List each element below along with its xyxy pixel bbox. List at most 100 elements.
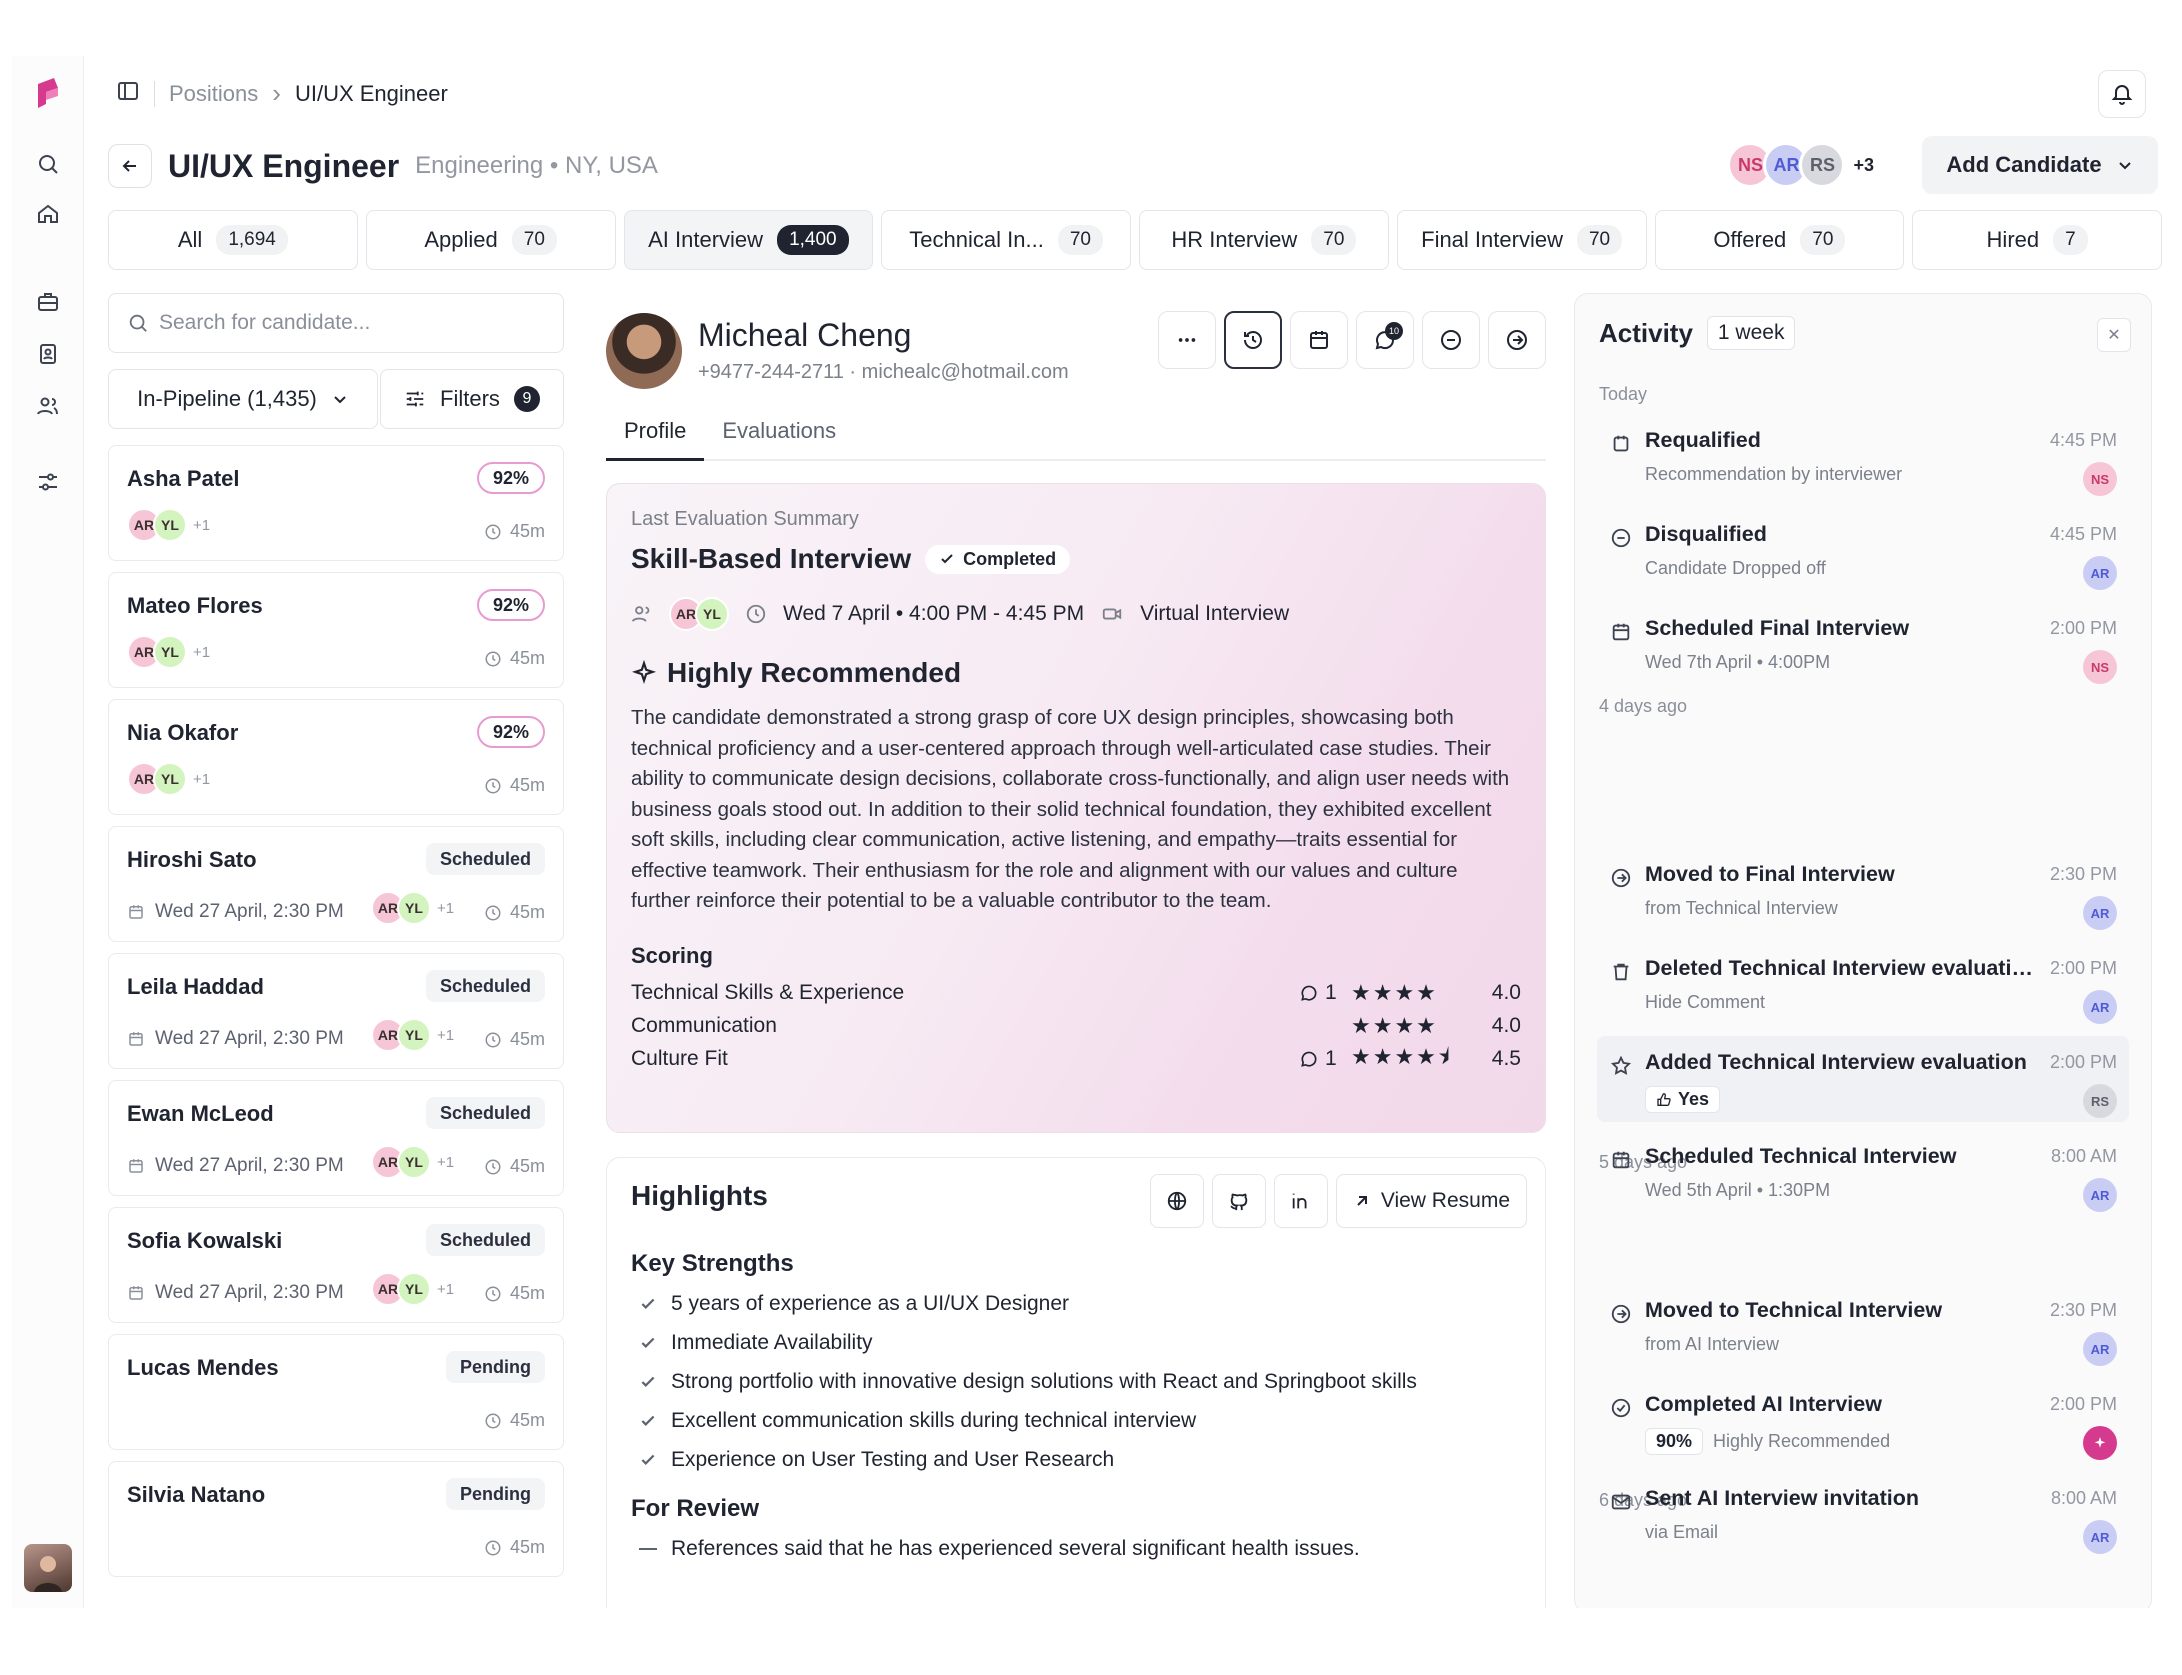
activity-time: 2:00 PM: [2049, 1394, 2117, 1414]
score-name: Technical Skills & Experience: [631, 981, 905, 1004]
tab-all[interactable]: All 1,694: [108, 210, 358, 270]
duration: 45m: [484, 1283, 545, 1304]
avatar: NS: [2083, 650, 2117, 684]
website-button[interactable]: [1149, 1174, 1204, 1228]
activity-item[interactable]: Sent AI Interview invitation via Email 8:0…: [1597, 1472, 2129, 1558]
tab-applied[interactable]: Applied 70: [365, 210, 616, 270]
activity-subtitle: Candidate Dropped off: [1645, 558, 1826, 578]
linkedin-button[interactable]: [1273, 1174, 1328, 1228]
activity-title-text: Scheduled Technical Interview: [1645, 1144, 1957, 1168]
comments[interactable]: 1: [1299, 981, 1351, 1005]
highlights-card: Highlights View Resume Key Strengths 5 y…: [606, 1157, 1546, 1608]
activity-item[interactable]: Scheduled Final Interview Wed 7th April •…: [1597, 602, 2129, 688]
disqualify-button[interactable]: [1422, 311, 1480, 369]
activity-item[interactable]: Completed AI Interview 90% Highly Recommen…: [1597, 1378, 2129, 1464]
clock-icon: [485, 905, 501, 920]
activity-item[interactable]: Scheduled Technical Interview Wed 5th Apr…: [1597, 1130, 2129, 1216]
schedule-button[interactable]: [1290, 311, 1348, 369]
interviewer-avatars: AR YL +1: [371, 1145, 454, 1179]
match-score-badge: 92%: [476, 462, 545, 494]
tab-profile[interactable]: Profile: [606, 403, 705, 461]
comments[interactable]: 1: [1299, 1047, 1351, 1071]
github-button[interactable]: [1211, 1174, 1266, 1228]
interviewer-avatars: AR YL +1: [371, 1018, 454, 1052]
activity-subtitle: via Email: [1645, 1522, 1719, 1542]
tab-count: 1,400: [777, 225, 849, 255]
vote-badge: Yes: [1645, 1086, 1721, 1113]
close-icon[interactable]: ✕: [2097, 318, 2131, 352]
candidate-card[interactable]: Hiroshi Sato Scheduled Wed 27 April, 2:30 …: [108, 826, 564, 942]
score-row: Technical Skills & Experience 1 ★★★★ 4.0: [631, 977, 1521, 1010]
key-strengths-label: Key Strengths: [631, 1250, 794, 1277]
add-candidate-button[interactable]: Add Candidate: [1922, 136, 2158, 194]
tab-offered[interactable]: Offered 70: [1654, 210, 1905, 270]
more-options-button[interactable]: [1158, 311, 1216, 369]
tab-technical-interview[interactable]: Technical In... 70: [881, 210, 1131, 270]
nav-rail: [12, 56, 84, 1608]
search-icon[interactable]: [32, 148, 64, 180]
activity-title-text: Scheduled Final Interview: [1645, 616, 1910, 640]
candidate-card[interactable]: Asha Patel 92% AR YL +1 45m: [108, 445, 564, 561]
interviewer-avatars: AR YL +1: [371, 891, 454, 925]
team-avatars[interactable]: NS AR RS +3: [1727, 142, 1874, 188]
pipeline-dropdown[interactable]: In-Pipeline (1,435): [108, 369, 378, 429]
candidate-card[interactable]: Mateo Flores 92% AR YL +1 45m: [108, 572, 564, 688]
score-value: 4.5: [1491, 1047, 1521, 1070]
tab-label: All: [177, 227, 203, 252]
evaluation-summary-card: Last Evaluation Summary Skill-Based Inte…: [606, 483, 1546, 1133]
tab-final-interview[interactable]: Final Interview 70: [1396, 210, 1647, 270]
back-button[interactable]: [108, 144, 152, 188]
view-resume-button[interactable]: View Resume: [1335, 1174, 1527, 1228]
tab-ai-interview[interactable]: AI Interview 1,400: [623, 210, 874, 270]
briefcase-icon[interactable]: [32, 286, 64, 318]
candidate-card[interactable]: Nia Okafor 92% AR YL +1 45m: [108, 699, 564, 815]
notification-bell-icon[interactable]: [2098, 70, 2146, 118]
tab-hired[interactable]: Hired 7: [1912, 210, 2162, 270]
sidebar-toggle-icon[interactable]: [116, 79, 140, 109]
candidate-name: Nia Okafor: [127, 720, 239, 745]
tab-count: 70: [1057, 225, 1103, 255]
candidate-photo: [606, 313, 682, 389]
candidate-email[interactable]: michealc@hotmail.com: [862, 361, 1069, 383]
main-area: Positions › UI/UX Engineer UI/UX Enginee…: [84, 56, 2170, 1608]
activity-title-text: Moved to Technical Interview: [1645, 1298, 1943, 1322]
activity-subtitle: from Technical Interview: [1645, 898, 1838, 918]
activity-item[interactable]: Added Technical Interview evaluation Yes 2…: [1597, 1036, 2129, 1122]
candidate-card[interactable]: Silvia Natano Pending 45m: [108, 1461, 564, 1577]
activity-range-select[interactable]: 1 week: [1706, 316, 1796, 350]
messages-button[interactable]: 10: [1356, 311, 1414, 369]
comment-count: 1: [1325, 1047, 1337, 1070]
activity-item[interactable]: Moved to Final Interview from Technical I…: [1597, 848, 2129, 934]
candidate-card[interactable]: Lucas Mendes Pending 45m: [108, 1334, 564, 1450]
candidate-card[interactable]: Leila Haddad Scheduled Wed 27 April, 2:30 …: [108, 953, 564, 1069]
home-icon[interactable]: [32, 198, 64, 230]
brand-logo-icon[interactable]: [32, 74, 64, 114]
filters-button[interactable]: Filters 9: [380, 369, 564, 429]
tab-hr-interview[interactable]: HR Interview 70: [1139, 210, 1389, 270]
history-button[interactable]: [1224, 311, 1282, 369]
activity-sub: Recommendation by interviewer: [1645, 464, 1902, 485]
users-icon[interactable]: [32, 390, 64, 422]
candidate-card[interactable]: Sofia Kowalski Scheduled Wed 27 April, 2:3…: [108, 1207, 564, 1323]
candidate-card[interactable]: Ewan McLeod Scheduled Wed 27 April, 2:30 P…: [108, 1080, 564, 1196]
settings-sliders-icon[interactable]: [32, 466, 64, 498]
activity-item[interactable]: Requalified Recommendation by interviewer…: [1597, 414, 2129, 500]
tab-evaluations[interactable]: Evaluations: [704, 403, 854, 459]
activity-title-text: Moved to Final Interview: [1645, 862, 1895, 886]
arrow-right-circle-icon: [1609, 866, 1633, 890]
avatar: YL: [397, 891, 431, 925]
activity-item[interactable]: Deleted Technical Interview evaluation Hi…: [1597, 942, 2129, 1028]
user-avatar[interactable]: [24, 1544, 72, 1592]
trash-icon: [1609, 960, 1633, 984]
search-input[interactable]: Search for candidate...: [108, 293, 564, 353]
list-item: Excellent communication skills during te…: [639, 1401, 1521, 1440]
contact-book-icon[interactable]: [32, 338, 64, 370]
ai-agent-avatar: [2083, 1426, 2117, 1460]
filters-label: Filters: [440, 386, 500, 411]
advance-stage-button[interactable]: [1488, 311, 1546, 369]
star-rating: ★★★★: [1351, 1013, 1438, 1038]
activity-item[interactable]: Disqualified Candidate Dropped off 4:45 PM…: [1597, 508, 2129, 594]
activity-item[interactable]: Moved to Technical Interview from AI Inte…: [1597, 1284, 2129, 1370]
breadcrumb-positions-link[interactable]: Positions: [169, 81, 258, 107]
candidate-name: Mateo Flores: [127, 593, 263, 618]
